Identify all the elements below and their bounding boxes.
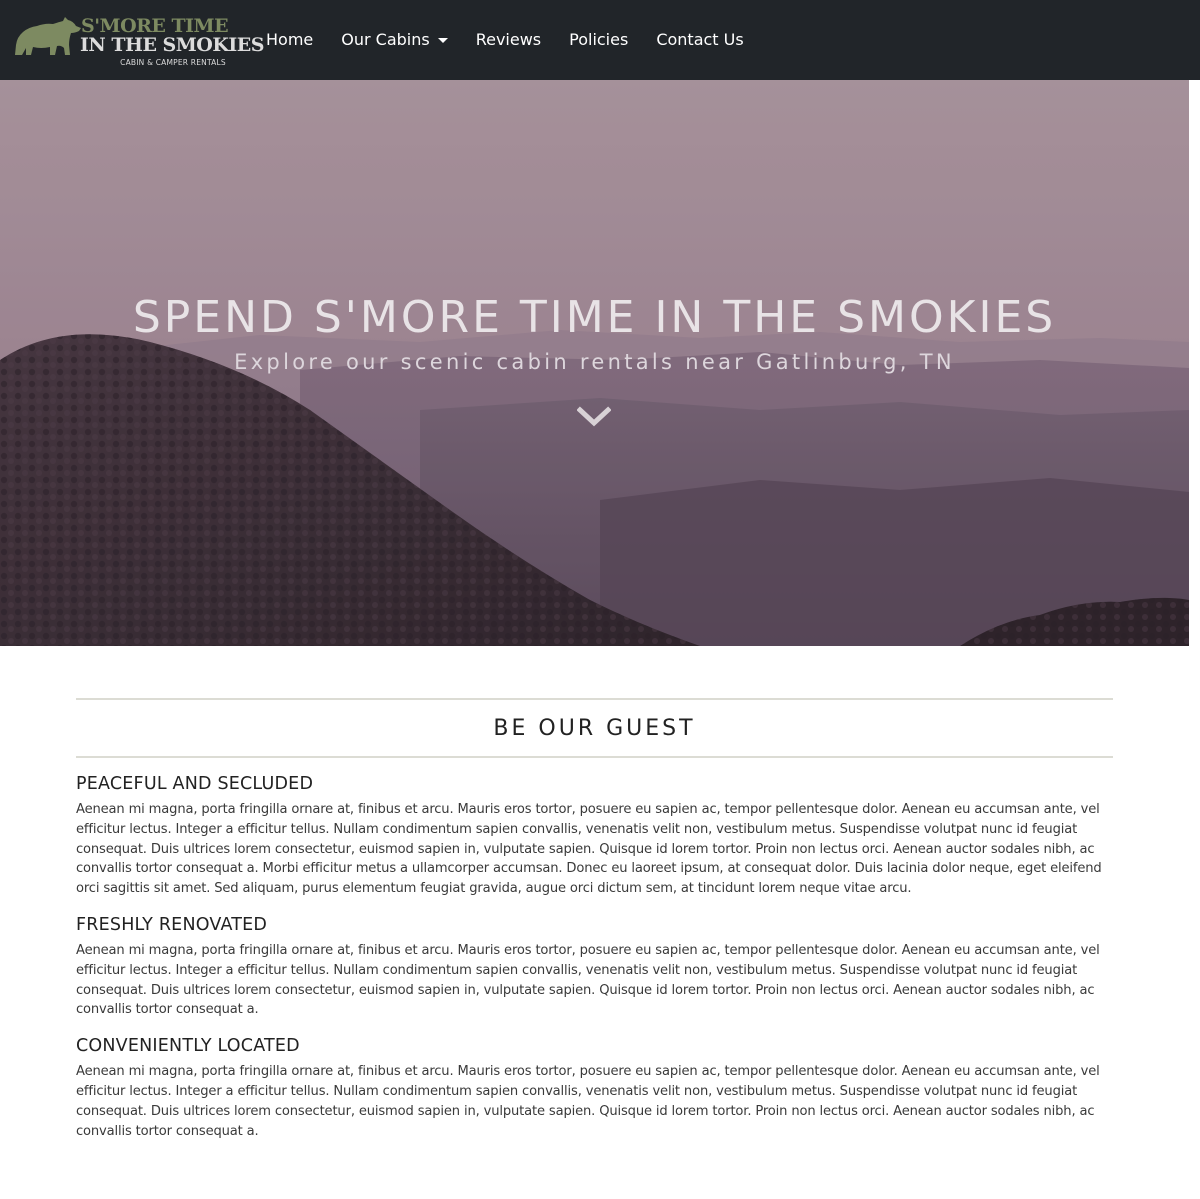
navbar: S'MORE TIME IN THE SMOKIES CABIN & CAMPE… <box>0 0 1200 80</box>
hero-title: SPEND S'MORE TIME IN THE SMOKIES <box>132 292 1057 343</box>
nav-policies-label: Policies <box>569 30 629 49</box>
nav-our-cabins-label: Our Cabins <box>341 30 430 49</box>
feature-text: Aenean mi magna, porta fringilla ornare … <box>76 942 1100 1018</box>
feature-text: Aenean mi magna, porta fringilla ornare … <box>76 802 1102 897</box>
feature-heading: CONVENIENTLY LOCATED <box>76 1036 300 1057</box>
nav-reviews-label: Reviews <box>475 30 542 49</box>
brand-line-2: IN THE SMOKIES <box>80 34 264 56</box>
feature-located: CONVENIENTLY LOCATED Aenean mi magna, po… <box>76 1036 1113 1141</box>
hero-banner: SPEND S'MORE TIME IN THE SMOKIES Explore… <box>0 80 1189 646</box>
chevron-down-icon <box>576 406 612 427</box>
nav-home-label: Home <box>266 30 314 49</box>
bear-logo-icon <box>15 17 81 55</box>
hero-content: SPEND S'MORE TIME IN THE SMOKIES Explore… <box>0 80 1189 646</box>
nav-reviews[interactable]: Reviews <box>462 26 555 54</box>
main-nav: Home Our Cabins Reviews Policies Contact… <box>252 26 758 54</box>
section-title: BE OUR GUEST <box>493 715 696 741</box>
feature-heading: PEACEFUL AND SECLUDED <box>76 774 314 794</box>
brand-logo-link[interactable]: S'MORE TIME IN THE SMOKIES CABIN & CAMPE… <box>13 13 264 69</box>
feature-peaceful: PEACEFUL AND SECLUDED Aenean mi magna, p… <box>76 774 1113 899</box>
feature-renovated: FRESHLY RENOVATED Aenean mi magna, porta… <box>76 915 1113 1020</box>
caret-down-icon <box>437 37 448 43</box>
nav-our-cabins-dropdown[interactable]: Our Cabins <box>327 26 461 54</box>
scroll-down-button[interactable] <box>576 404 612 428</box>
nav-home[interactable]: Home <box>252 26 327 54</box>
main-content: BE OUR GUEST PEACEFUL AND SECLUDED Aenea… <box>76 698 1113 1141</box>
nav-policies[interactable]: Policies <box>555 26 642 54</box>
feature-text: Aenean mi magna, porta fringilla ornare … <box>76 1064 1100 1139</box>
brand-tagline: CABIN & CAMPER RENTALS <box>120 58 226 67</box>
section-header: BE OUR GUEST <box>76 698 1113 758</box>
feature-heading: FRESHLY RENOVATED <box>76 914 268 935</box>
nav-contact-us[interactable]: Contact Us <box>642 26 757 54</box>
nav-contact-us-label: Contact Us <box>656 30 744 49</box>
hero-subtitle: Explore our scenic cabin rentals near Ga… <box>234 350 955 374</box>
